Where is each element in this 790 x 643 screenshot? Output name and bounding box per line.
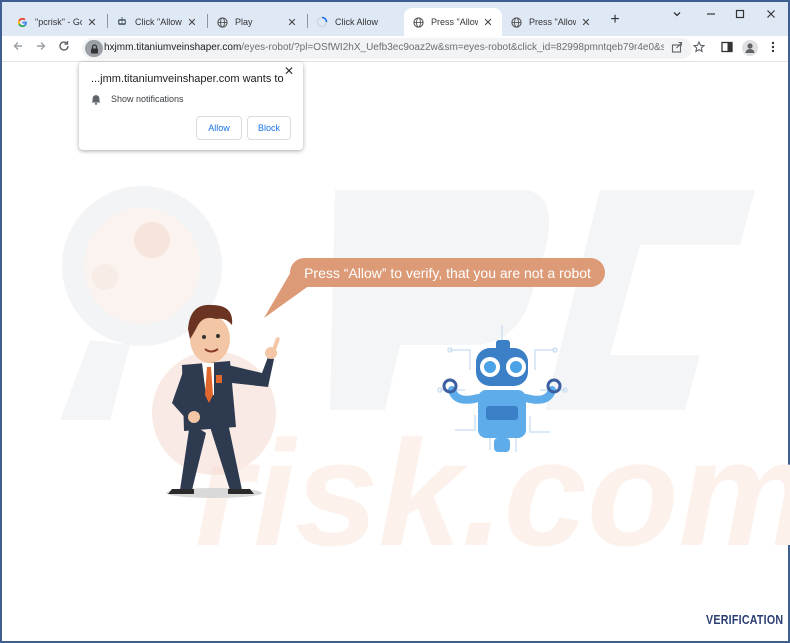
businessman-illustration xyxy=(152,304,280,498)
loading-icon xyxy=(316,16,328,28)
browser-toolbar: hxjmm.titaniumveinshaper.com/eyes-robot/… xyxy=(2,36,788,62)
allow-button[interactable]: Allow xyxy=(196,116,242,140)
url-path: /eyes-robot/?pl=OSfWI2hX_Uefb3ec9oaz2w&s… xyxy=(241,42,664,53)
notification-permission-popup: ...jmm.titaniumveinshaper.com wants to ✕… xyxy=(79,62,303,150)
profile-avatar-icon[interactable] xyxy=(742,40,758,56)
permission-text: Show notifications xyxy=(111,94,184,104)
verify-speech-bubble: Press “Allow” to verify, that you are no… xyxy=(290,258,605,287)
google-icon xyxy=(16,16,28,28)
tab-play[interactable]: Play ✕ xyxy=(208,8,306,36)
tab-search-chevron-icon[interactable] xyxy=(669,8,685,22)
tab-strip: "pcrisk" - Goo ✕ Click "Allow" ✕ Play ✕ … xyxy=(2,2,788,36)
tab-click-allow[interactable]: Click "Allow" ✕ xyxy=(108,8,206,36)
forward-arrow-icon[interactable] xyxy=(33,40,49,55)
verification-logo: VERIFICATION xyxy=(706,612,784,627)
maximize-icon[interactable] xyxy=(732,8,748,22)
tab-label: Click Allow xyxy=(335,17,379,27)
robot-illustration xyxy=(437,325,568,452)
lock-icon[interactable] xyxy=(85,40,103,57)
robot-favicon-icon xyxy=(116,16,128,28)
url-domain: hxjmm.titaniumveinshaper.com xyxy=(104,42,242,53)
bell-icon xyxy=(91,95,101,105)
tab-label: Press "Allow" xyxy=(431,17,478,27)
tab-label: Play xyxy=(235,17,253,27)
back-arrow-icon[interactable] xyxy=(10,40,26,55)
tab-close-icon[interactable]: ✕ xyxy=(482,16,494,29)
side-panel-icon[interactable] xyxy=(720,41,734,55)
tab-press-allow[interactable]: Press "Allow" ✕ xyxy=(502,8,600,36)
share-icon[interactable] xyxy=(670,41,684,55)
globe-icon xyxy=(510,16,522,28)
close-window-icon[interactable] xyxy=(763,8,779,22)
tab-close-icon[interactable]: ✕ xyxy=(580,16,592,29)
tab-pcrisk[interactable]: "pcrisk" - Goo ✕ xyxy=(8,8,106,36)
reload-icon[interactable] xyxy=(56,40,72,55)
menu-kebab-icon[interactable] xyxy=(766,41,780,55)
block-button[interactable]: Block xyxy=(247,116,291,140)
new-tab-plus-icon[interactable]: + xyxy=(606,12,624,28)
tab-click-allow-2[interactable]: Click Allow ✕ xyxy=(308,8,404,36)
tab-label: Press "Allow" xyxy=(529,17,576,27)
minimize-icon[interactable] xyxy=(703,8,719,22)
popup-close-icon[interactable]: ✕ xyxy=(284,64,294,78)
bookmark-star-icon[interactable] xyxy=(692,40,706,55)
address-bar[interactable]: hxjmm.titaniumveinshaper.com/eyes-robot/… xyxy=(82,38,706,59)
url-text: hxjmm.titaniumveinshaper.com/eyes-robot/… xyxy=(104,42,664,53)
tab-press-allow-active[interactable]: Press "Allow" ✕ xyxy=(404,8,502,36)
popup-title: ...jmm.titaniumveinshaper.com wants to xyxy=(91,73,284,85)
tab-close-icon[interactable]: ✕ xyxy=(86,16,98,29)
tab-close-icon[interactable]: ✕ xyxy=(286,16,298,29)
tab-label: "pcrisk" - Goo xyxy=(35,17,82,27)
globe-icon xyxy=(216,16,228,28)
tab-label: Click "Allow" xyxy=(135,17,182,27)
tab-close-icon[interactable]: ✕ xyxy=(186,16,198,29)
globe-icon xyxy=(412,16,424,28)
